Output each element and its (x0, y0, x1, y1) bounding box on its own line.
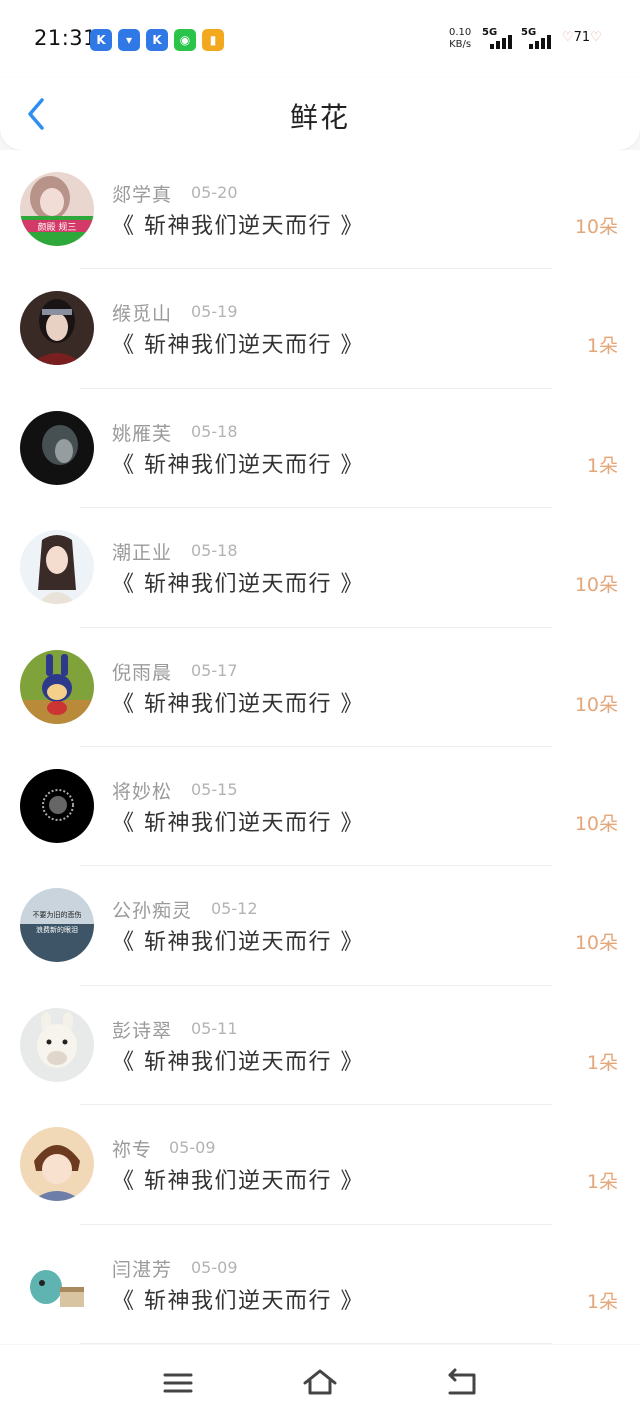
book-title: 《 斩神我们逆天而行 》 (112, 1049, 364, 1075)
page-title: 鲜花 (289, 101, 350, 134)
book-title: 《 斩神我们逆天而行 》 (112, 691, 364, 717)
avatar (20, 1246, 94, 1321)
book-title: 《 斩神我们逆天而行 》 (112, 930, 364, 956)
book-title: 《 斩神我们逆天而行 》 (112, 572, 364, 598)
svg-text:浪费新的眼泪: 浪费新的眼泪 (36, 925, 78, 934)
flower-count: 1朵 (586, 1290, 618, 1313)
system-nav-bar (0, 1345, 640, 1422)
return-icon (448, 1368, 476, 1395)
wechat-icon: ◉ (174, 29, 196, 51)
gift-date: 05-15 (191, 779, 238, 799)
gift-date: 05-11 (191, 1018, 238, 1038)
list-item[interactable]: 倪雨晨 05-17 《 斩神我们逆天而行 》 10朵 (0, 628, 640, 747)
gift-date: 05-19 (191, 302, 238, 322)
home-button[interactable] (302, 1367, 338, 1399)
k-app-icon: K (146, 29, 168, 51)
flower-count: 10朵 (574, 693, 618, 716)
avatar (20, 530, 94, 605)
book-title: 《 斩神我们逆天而行 》 (112, 810, 364, 836)
header-bar: 鲜花 (0, 78, 640, 150)
divider (80, 1342, 552, 1344)
book-title: 《 斩神我们逆天而行 》 (112, 333, 364, 359)
avatar (20, 1127, 94, 1202)
avatar (20, 291, 94, 366)
flower-count: 10朵 (574, 216, 618, 238)
home-icon (303, 1369, 337, 1395)
flower-gift-list: 颜殿 规三 郯学真 05-20 《 斩神我们逆天而行 》 10朵 缑觅山 05-… (0, 150, 640, 1344)
flower-count: 1朵 (586, 335, 618, 358)
gift-date: 05-18 (191, 541, 238, 561)
list-item[interactable]: 闫湛芳 05-09 《 斩神我们逆天而行 》 1朵 (0, 1225, 640, 1344)
heart-icon: ♡ (590, 30, 602, 45)
flower-count: 1朵 (586, 454, 618, 477)
avatar (20, 649, 94, 724)
list-item[interactable]: 颜殿 规三 郯学真 05-20 《 斩神我们逆天而行 》 10朵 (0, 150, 640, 270)
sender-name: 闫湛芳 (112, 1258, 173, 1281)
avatar (20, 1007, 94, 1082)
sender-name: 郯学真 (112, 184, 173, 206)
book-title: 《 斩神我们逆天而行 》 (112, 452, 364, 478)
sender-name: 将妙松 (112, 780, 173, 803)
flower-count: 1朵 (586, 1051, 618, 1074)
avatar: 不要为旧的悲伤 浪费新的眼泪 (20, 888, 94, 963)
sender-name: 祢专 (112, 1139, 153, 1162)
sender-name: 姚雁芙 (112, 422, 173, 445)
heart-icon: ♡ (562, 30, 574, 45)
list-item[interactable]: 彭诗翠 05-11 《 斩神我们逆天而行 》 1朵 (0, 986, 640, 1106)
status-bar: 21:31 K ▾ K ◉ ▮ 0.10 KB/s 5G 5G ♡71♡ (0, 0, 640, 78)
signal-icon: 5G (521, 27, 557, 51)
gift-date: 05-17 (191, 660, 238, 680)
list-item[interactable]: 祢专 05-09 《 斩神我们逆天而行 》 1朵 (0, 1105, 640, 1225)
sender-name: 公孙痴灵 (112, 900, 193, 923)
book-title: 《 斩神我们逆天而行 》 (112, 1169, 364, 1195)
flower-count: 10朵 (574, 812, 618, 835)
menu-button[interactable] (160, 1367, 196, 1399)
gift-date: 05-18 (191, 421, 238, 441)
avatar (20, 410, 94, 485)
battery-indicator: ♡71♡ (562, 30, 602, 45)
k-app-icon: K (90, 29, 112, 51)
notes-icon: ▮ (202, 29, 224, 51)
back-nav-button[interactable] (444, 1367, 480, 1399)
downloader-icon: ▾ (118, 29, 140, 51)
book-title: 《 斩神我们逆天而行 》 (112, 1288, 364, 1314)
avatar: 颜殿 规三 (20, 172, 94, 246)
network-speed: 0.10 KB/s (449, 27, 472, 50)
menu-icon (163, 1373, 193, 1393)
list-item[interactable]: 姚雁芙 05-18 《 斩神我们逆天而行 》 1朵 (0, 389, 640, 509)
gift-date: 05-20 (191, 183, 238, 202)
list-item[interactable]: 潮正业 05-18 《 斩神我们逆天而行 》 10朵 (0, 508, 640, 628)
list-item[interactable]: 不要为旧的悲伤 浪费新的眼泪 公孙痴灵 05-12 《 斩神我们逆天而行 》 1… (0, 866, 640, 986)
status-time: 21:31 (34, 26, 98, 50)
sender-name: 潮正业 (112, 542, 173, 565)
avatar (20, 768, 94, 843)
notification-icons: K ▾ K ◉ ▮ (90, 29, 224, 51)
gift-date: 05-09 (169, 1138, 216, 1158)
sender-name: 彭诗翠 (112, 1019, 173, 1042)
list-item[interactable]: 缑觅山 05-19 《 斩神我们逆天而行 》 1朵 (0, 269, 640, 389)
svg-text:颜殿 规三: 颜殿 规三 (38, 221, 77, 233)
sender-name: 缑觅山 (112, 303, 173, 326)
svg-text:不要为旧的悲伤: 不要为旧的悲伤 (33, 910, 82, 919)
signal-icon: 5G (482, 27, 518, 51)
list-item[interactable]: 将妙松 05-15 《 斩神我们逆天而行 》 10朵 (0, 747, 640, 867)
gift-date: 05-09 (191, 1257, 238, 1277)
flower-count: 1朵 (586, 1171, 618, 1194)
sender-name: 倪雨晨 (112, 661, 173, 684)
flower-count: 10朵 (574, 574, 618, 597)
book-title: 《 斩神我们逆天而行 》 (112, 214, 364, 239)
flower-count: 10朵 (574, 932, 618, 955)
gift-date: 05-12 (211, 899, 258, 919)
